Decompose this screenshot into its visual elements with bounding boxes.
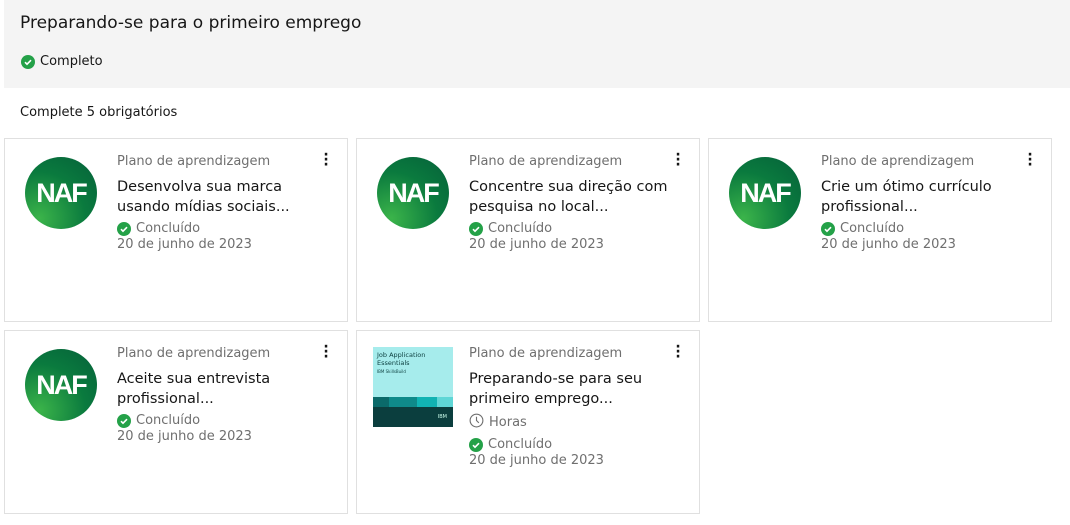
- duration: Horas: [469, 413, 669, 433]
- completion-date: 20 de junho de 2023: [469, 453, 604, 468]
- naf-logo: NAF: [25, 349, 97, 421]
- completion-status: Concluído: [117, 221, 317, 237]
- course-thumbnail: Job Application Essentials IBM SkillsBuil…: [373, 347, 453, 427]
- card-type: Plano de aprendizagem: [821, 154, 975, 169]
- card-type: Plano de aprendizagem: [469, 154, 623, 169]
- requirement-text: Complete 5 obrigatórios: [20, 105, 178, 120]
- page-header: Preparando-se para o primeiro emprego Co…: [4, 0, 1070, 88]
- status-label: Concluído: [136, 221, 201, 236]
- completion-date: 20 de junho de 2023: [117, 237, 252, 252]
- card-title[interactable]: Crie um ótimo currículo profissional...: [821, 177, 1021, 217]
- duration-label: Horas: [489, 415, 527, 430]
- page-title: Preparando-se para o primeiro emprego: [20, 13, 362, 33]
- learning-plan-card[interactable]: NAF · · · Plano de aprendizagem Concentre …: [356, 138, 700, 322]
- check-circle-icon: [117, 414, 131, 428]
- learning-plan-card[interactable]: NAF · · · Plano de aprendizagem Aceite sua…: [4, 330, 348, 514]
- check-circle-icon: [821, 222, 835, 236]
- completion-date: 20 de junho de 2023: [117, 429, 252, 444]
- overflow-menu-icon[interactable]: · · ·: [323, 148, 329, 172]
- card-title[interactable]: Preparando-se para seu primeiro emprego.…: [469, 369, 669, 409]
- check-circle-icon: [21, 54, 35, 69]
- completion-date: 20 de junho de 2023: [469, 237, 604, 252]
- overflow-menu-icon[interactable]: · · ·: [323, 340, 329, 364]
- status-label: Completo: [40, 54, 103, 69]
- check-circle-icon: [469, 222, 483, 236]
- learning-plan-card[interactable]: NAF · · · Plano de aprendizagem Desenvolva…: [4, 138, 348, 322]
- clock-icon: [469, 413, 484, 433]
- learning-plan-card[interactable]: Job Application Essentials IBM SkillsBuil…: [356, 330, 700, 514]
- card-type: Plano de aprendizagem: [469, 346, 623, 361]
- status-label: Concluído: [488, 221, 553, 236]
- completion-status: Concluído: [821, 221, 1021, 237]
- thumbnail-subtitle: IBM SkillsBuild: [377, 369, 406, 374]
- card-type: Plano de aprendizagem: [117, 346, 271, 361]
- completion-status: Concluído: [469, 221, 669, 237]
- card-title[interactable]: Desenvolva sua marca usando mídias socia…: [117, 177, 317, 217]
- check-circle-icon: [117, 222, 131, 236]
- thumbnail-title: Job Application Essentials: [377, 351, 426, 367]
- card-type: Plano de aprendizagem: [117, 154, 271, 169]
- status-label: Concluído: [136, 413, 201, 428]
- naf-logo: NAF: [25, 157, 97, 229]
- naf-logo: NAF: [729, 157, 801, 229]
- card-title[interactable]: Concentre sua direção com pesquisa no lo…: [469, 177, 669, 217]
- check-circle-icon: [469, 438, 483, 452]
- completion-date: 20 de junho de 2023: [821, 237, 956, 252]
- overflow-menu-icon[interactable]: · · ·: [1027, 148, 1033, 172]
- card-title[interactable]: Aceite sua entrevista profissional...: [117, 369, 317, 409]
- completion-status: Concluído: [469, 437, 669, 453]
- status-label: Concluído: [488, 437, 553, 452]
- completion-status: Concluído: [117, 413, 317, 429]
- overflow-menu-icon[interactable]: · · ·: [675, 148, 681, 172]
- naf-logo: NAF: [377, 157, 449, 229]
- overflow-menu-icon[interactable]: · · ·: [675, 340, 681, 364]
- status-label: Concluído: [840, 221, 905, 236]
- learning-plan-card[interactable]: NAF · · · Plano de aprendizagem Crie um ót…: [708, 138, 1052, 322]
- thumbnail-brand: IBM: [437, 414, 447, 420]
- completion-status: Completo: [21, 54, 103, 69]
